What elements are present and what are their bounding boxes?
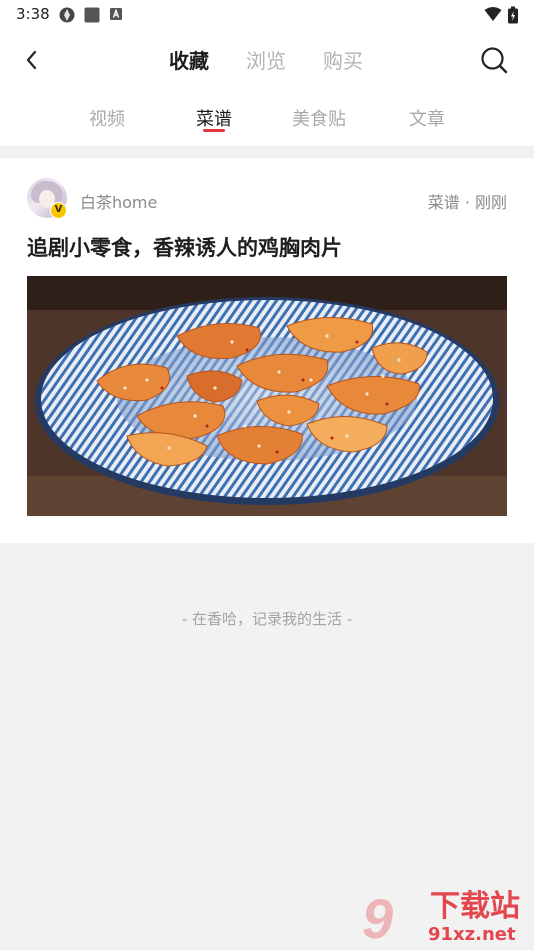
search-icon: [481, 47, 508, 74]
watermark-url: 91xz.net: [428, 924, 516, 945]
chicken-dish-illustration: [27, 276, 507, 516]
top-area: 3:38 收藏 浏览 购买 视频 菜谱 美食贴 文章: [0, 0, 534, 146]
square-icon: [84, 7, 100, 23]
tab-favorites[interactable]: 收藏: [169, 45, 209, 74]
watermark-logo: 9: [362, 887, 394, 950]
author-name[interactable]: 白茶home: [80, 189, 157, 213]
post-title[interactable]: 追剧小零食，香辣诱人的鸡胸肉片: [27, 232, 342, 262]
back-chevron-icon: [26, 50, 37, 70]
tab-purchase[interactable]: 购买: [323, 45, 363, 74]
category-tabs: 视频 菜谱 美食贴 文章: [0, 90, 534, 146]
subtab-food-posts[interactable]: 美食贴: [292, 105, 346, 131]
subtab-articles[interactable]: 文章: [409, 105, 445, 131]
recipe-card[interactable]: V 白茶home 菜谱 · 刚刚 追剧小零食，香辣诱人的鸡胸肉片: [0, 158, 534, 543]
tab-browse[interactable]: 浏览: [246, 45, 286, 74]
battery-icon: [508, 6, 518, 24]
status-bar: 3:38: [0, 0, 534, 28]
site-watermark: 9 下载站 91xz.net: [362, 888, 534, 950]
footer-slogan: - 在香哈，记录我的生活 -: [181, 610, 353, 628]
search-button[interactable]: [474, 42, 514, 78]
recipe-photo[interactable]: [27, 276, 507, 516]
watermark-title: 下载站: [430, 889, 520, 924]
subtab-videos[interactable]: 视频: [89, 105, 125, 131]
header: 收藏 浏览 购买: [0, 28, 534, 90]
wifi-icon: [484, 7, 502, 21]
status-time: 3:38: [16, 5, 50, 23]
post-meta: 菜谱 · 刚刚: [427, 193, 507, 212]
subtab-recipes[interactable]: 菜谱: [196, 105, 232, 131]
vip-badge: V: [50, 202, 67, 219]
a-icon: [110, 8, 122, 20]
app-icon: [59, 7, 75, 23]
back-button[interactable]: [14, 42, 50, 78]
active-tab-indicator: [203, 129, 225, 132]
